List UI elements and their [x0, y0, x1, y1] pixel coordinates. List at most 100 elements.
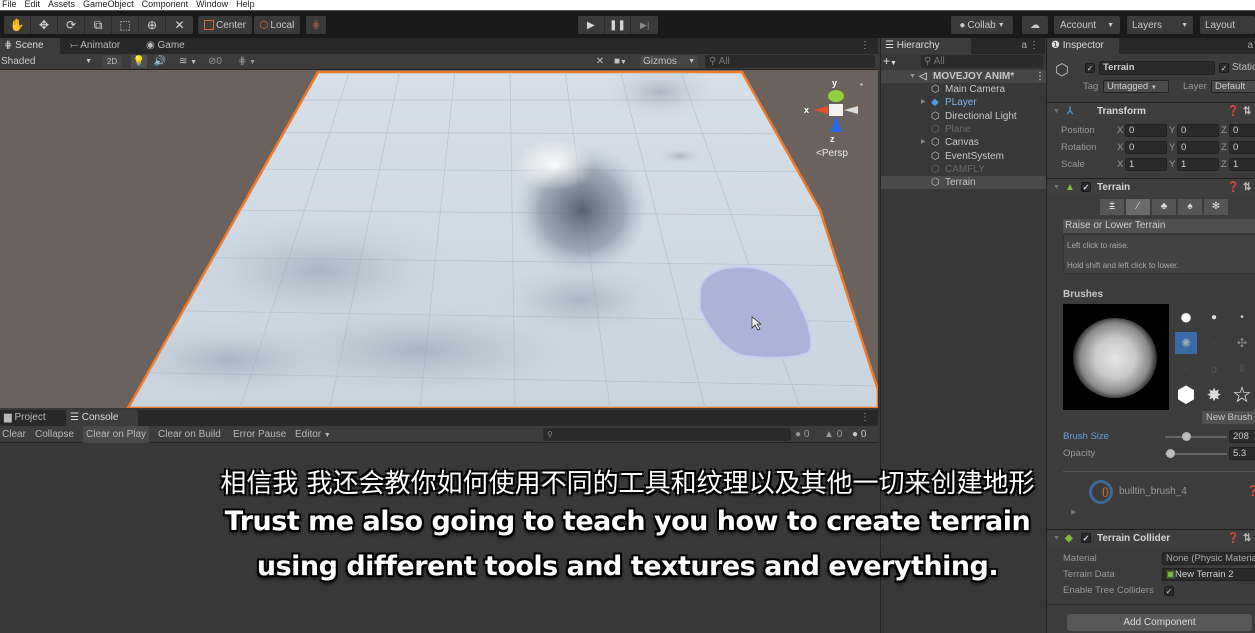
collapse-button[interactable]: Collapse: [33, 426, 76, 443]
more-options-icon[interactable]: ⋮: [1035, 70, 1045, 83]
brush-option[interactable]: ☆: [1231, 382, 1253, 407]
gizmo-lock-icon[interactable]: ▪: [860, 80, 863, 89]
tag-dropdown[interactable]: Untagged ▼: [1103, 80, 1169, 93]
scale-x-input[interactable]: 1: [1125, 158, 1167, 171]
menu-edit[interactable]: Edit: [25, 0, 41, 10]
snap-button[interactable]: ⋕: [306, 16, 326, 34]
menu-file[interactable]: File: [2, 0, 17, 10]
rotate-tool-button[interactable]: ⟳: [58, 16, 85, 34]
axis-label-z[interactable]: Z: [1221, 141, 1227, 154]
brush-option[interactable]: ↄ: [1203, 358, 1225, 380]
editor-dropdown[interactable]: Editor ▼: [293, 426, 333, 443]
hierarchy-item[interactable]: ⬡ Plane: [881, 123, 1046, 136]
lighting-toggle[interactable]: 💡: [131, 55, 147, 68]
hierarchy-item[interactable]: ⬡ CAMFLY: [881, 163, 1046, 176]
tab-inspector[interactable]: ❶ Inspector: [1047, 38, 1119, 54]
axis-label-x[interactable]: X: [1117, 124, 1123, 137]
transform-tool-button[interactable]: ⊕: [139, 16, 166, 34]
axis-label-z[interactable]: Z: [1221, 124, 1227, 137]
brush-option[interactable]: •: [1231, 306, 1253, 328]
add-component-button[interactable]: Add Component: [1067, 614, 1252, 631]
transform-header[interactable]: ▼ ⅄ Transform ❓ ⇅: [1047, 102, 1255, 119]
settings-icon[interactable]: ⇅: [1243, 179, 1251, 196]
layers-dropdown[interactable]: Layers ▼: [1127, 16, 1193, 34]
2d-toggle[interactable]: 2D: [102, 55, 122, 68]
tab-console[interactable]: ☰ Console: [66, 410, 138, 426]
effects-dropdown[interactable]: ≋ ▼: [174, 55, 202, 68]
brush-option[interactable]: ✺: [1175, 332, 1197, 354]
pivot-center-button[interactable]: Center: [198, 16, 252, 34]
brush-option[interactable]: ✸: [1203, 384, 1225, 406]
camera-dropdown[interactable]: ■▼: [614, 55, 638, 68]
play-button[interactable]: ▶: [578, 16, 605, 34]
hidden-objects-toggle[interactable]: ⊘0: [208, 55, 234, 68]
opacity-slider-thumb[interactable]: [1166, 449, 1176, 458]
scale-z-input[interactable]: 1: [1229, 158, 1255, 171]
step-button[interactable]: ▶|: [631, 16, 658, 34]
clear-on-build-button[interactable]: Clear on Build: [156, 426, 223, 443]
info-count-toggle[interactable]: ● 0: [795, 428, 809, 441]
brush-option[interactable]: ⬢: [1175, 382, 1197, 407]
brush-option[interactable]: ⦀: [1231, 358, 1253, 380]
hierarchy-item[interactable]: ▶ ◆ PLayer: [881, 96, 1046, 109]
rotation-y-input[interactable]: 0: [1177, 141, 1219, 154]
brush-size-slider[interactable]: [1165, 432, 1227, 441]
paint-details-tool[interactable]: ♠: [1178, 199, 1202, 215]
axis-label-x[interactable]: X: [1117, 141, 1123, 154]
tab-project[interactable]: ▆ Project: [0, 410, 50, 426]
hierarchy-item[interactable]: ⬡ Directional Light: [881, 110, 1046, 123]
create-neighbor-tool[interactable]: ⩲: [1100, 199, 1124, 215]
clear-on-play-button[interactable]: Clear on Play: [83, 426, 150, 443]
lock-icon[interactable]: a: [1021, 40, 1027, 51]
scene-search-input[interactable]: ⚲ All: [705, 55, 875, 68]
brush-option[interactable]: ●: [1203, 306, 1225, 328]
clear-button[interactable]: Clear: [0, 426, 28, 443]
paint-trees-tool[interactable]: ♣: [1152, 199, 1176, 215]
new-brush-button[interactable]: New Brush: [1202, 411, 1255, 424]
tools-button[interactable]: ✕: [592, 55, 608, 68]
menu-assets[interactable]: Assets: [48, 0, 75, 10]
hierarchy-item[interactable]: ⬡ EventSystem: [881, 150, 1046, 163]
brush-option[interactable]: ∙: [1203, 332, 1225, 354]
gizmos-dropdown[interactable]: Gizmos ▼: [640, 55, 698, 68]
hand-tool-button[interactable]: ✋: [4, 16, 31, 34]
terrain-component-header[interactable]: ▼ ▲ ✓ Terrain ❓ ⇅: [1047, 178, 1255, 195]
terrain-enabled-checkbox[interactable]: ✓: [1081, 182, 1091, 192]
tree-colliders-checkbox[interactable]: ✓: [1164, 586, 1174, 596]
menu-window[interactable]: Window: [196, 0, 228, 10]
position-z-input[interactable]: 0: [1229, 124, 1255, 137]
terrain-tool-dropdown[interactable]: Raise or Lower Terrain: [1063, 219, 1255, 233]
error-pause-button[interactable]: Error Pause: [231, 426, 288, 443]
help-icon[interactable]: ❓: [1227, 103, 1239, 120]
brush-size-slider-thumb[interactable]: [1181, 432, 1191, 441]
account-dropdown[interactable]: Account ▼: [1054, 16, 1120, 34]
position-y-input[interactable]: 0: [1177, 124, 1219, 137]
object-name-input[interactable]: Terrain: [1099, 61, 1215, 75]
axis-label-x[interactable]: X: [1117, 158, 1123, 171]
more-options-icon[interactable]: ⋮: [860, 40, 870, 51]
active-checkbox[interactable]: ✓: [1085, 63, 1095, 73]
help-icon[interactable]: ❓: [1227, 179, 1239, 196]
orientation-gizmo[interactable]: y x z ▪: [800, 78, 870, 158]
static-checkbox[interactable]: ✓: [1219, 63, 1229, 73]
scale-y-input[interactable]: 1: [1177, 158, 1219, 171]
lock-icon[interactable]: a: [1247, 40, 1253, 51]
expand-arrow-icon[interactable]: ▶: [921, 136, 926, 149]
tab-hierarchy[interactable]: ☰ Hierarchy: [881, 38, 971, 54]
scene-root-row[interactable]: ▼ ◁ MOVEJOY ANIM* ⋮: [881, 70, 1046, 83]
settings-icon[interactable]: ⇅: [1243, 103, 1251, 120]
scene-viewport[interactable]: y x z ▪ <Persp: [0, 70, 878, 408]
terrain-settings-tool[interactable]: ✻: [1204, 199, 1228, 215]
opacity-slider[interactable]: [1165, 449, 1227, 458]
axis-label-y[interactable]: Y: [1169, 124, 1175, 137]
move-tool-button[interactable]: ✥: [31, 16, 58, 34]
custom-tool-button[interactable]: ✕: [166, 16, 193, 34]
expand-arrow-icon[interactable]: ▶: [921, 96, 926, 109]
audio-toggle[interactable]: 🔊: [152, 55, 168, 68]
hierarchy-search-input[interactable]: ⚲ All: [921, 55, 1043, 68]
axis-label-y[interactable]: Y: [1169, 141, 1175, 154]
scale-tool-button[interactable]: ⧉: [85, 16, 112, 34]
console-search-input[interactable]: ⚲: [543, 428, 791, 441]
tab-game[interactable]: ◉ Game: [142, 38, 189, 54]
brush-option[interactable]: ✣: [1231, 332, 1253, 354]
